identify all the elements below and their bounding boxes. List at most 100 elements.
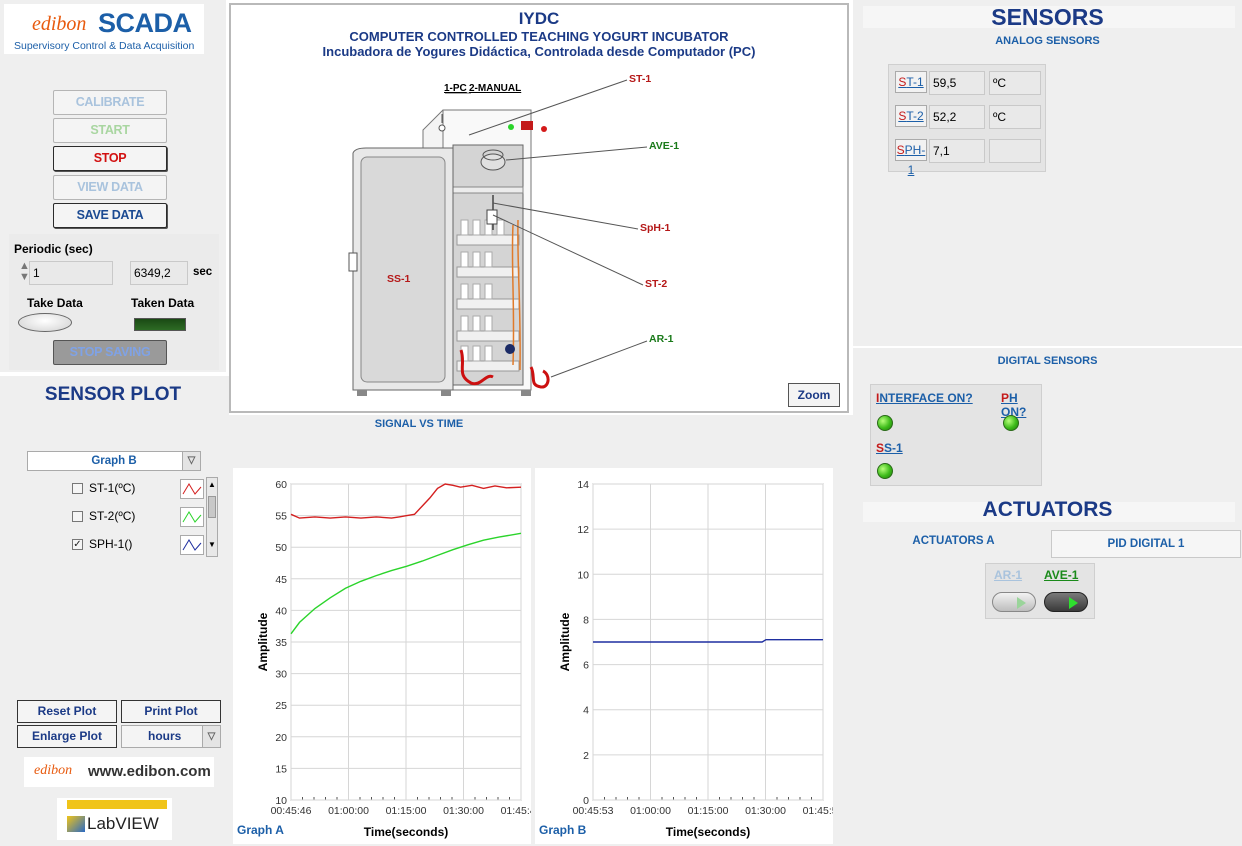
legend-item-st1[interactable]: ST-1(ºC) xyxy=(70,477,210,501)
reset-plot-button[interactable]: Reset Plot xyxy=(17,700,117,723)
ss1-led xyxy=(877,463,893,479)
website-url: www.edibon.com xyxy=(88,763,211,780)
ar1-toggle[interactable] xyxy=(992,592,1036,612)
label-ave1: AVE-1 xyxy=(649,140,680,152)
units-select[interactable]: hours ▽ xyxy=(121,725,221,748)
tab-actuators-a[interactable]: ACTUATORS A xyxy=(857,527,1050,557)
tab-pid-digital-1[interactable]: PID DIGITAL 1 xyxy=(1051,530,1241,558)
save-data-button[interactable]: SAVE DATA xyxy=(53,203,167,228)
graph-a-y-tick-label: 60 xyxy=(275,479,287,491)
graph-b-y-tick-label: 4 xyxy=(583,705,589,717)
switch-pc-label: 1-PC xyxy=(444,83,467,94)
sensors-title: SENSORS xyxy=(991,4,1104,30)
graph-a-y-tick-label: 20 xyxy=(275,732,287,744)
graph-select[interactable]: Graph B ▽ xyxy=(27,451,201,471)
graph-a-y-tick-label: 25 xyxy=(275,700,287,712)
graph-b-y-tick-label: 8 xyxy=(583,614,589,626)
analog-sensors-box: ST-1 59,5 ºC ST-2 52,2 ºC SPH-1 7,1 xyxy=(888,64,1046,177)
graph-b-x-tick-label: 01:30:00 xyxy=(745,805,786,817)
switch-manual-label: 2-MANUAL xyxy=(469,83,522,94)
legend-swatch-st2 xyxy=(180,507,204,527)
ss1-label: SS-1 xyxy=(876,441,903,455)
label-ar1: AR-1 xyxy=(649,333,674,345)
unit-st1: ºC xyxy=(989,71,1041,95)
print-plot-button[interactable]: Print Plot xyxy=(121,700,221,723)
graph-a-x-axis-label: Time(seconds) xyxy=(364,825,448,839)
units-chevron-down-icon[interactable]: ▽ xyxy=(202,726,220,747)
enlarge-plot-button[interactable]: Enlarge Plot xyxy=(17,725,117,748)
legend-checkbox-st2[interactable] xyxy=(72,511,83,522)
stop-button[interactable]: STOP xyxy=(53,146,167,171)
label-st2: ST-2 xyxy=(645,278,668,290)
unit-st2: ºC xyxy=(989,105,1041,129)
interface-on-rest: NTERFACE ON? xyxy=(879,391,973,405)
legend-checkbox-sph1[interactable]: ✓ xyxy=(72,539,83,550)
edibon-scada-logo: edibon SCADA Supervisory Control & Data … xyxy=(4,4,204,54)
ar1-play-icon xyxy=(1017,597,1026,609)
scroll-down-icon[interactable]: ▼ xyxy=(208,540,216,549)
plot-legend: ST-1(ºC) ST-2(ºC) ✓ SPH-1() ▲ ▼ xyxy=(70,477,220,561)
graph-b-x-tick-label: 01:00:00 xyxy=(630,805,671,817)
labview-logo: LabVIEW xyxy=(57,798,172,840)
tag-sph1-first: S xyxy=(896,143,905,157)
graph-a-y-tick-label: 35 xyxy=(275,637,287,649)
periodic-input[interactable]: 1 xyxy=(29,261,113,285)
logo-edibon: edibon xyxy=(32,13,87,35)
labview-banner xyxy=(67,800,167,809)
legend-item-sph1[interactable]: ✓ SPH-1() xyxy=(70,533,210,557)
incubator-illustration xyxy=(348,79,648,396)
legend-scrollbar[interactable]: ▲ ▼ xyxy=(206,477,218,557)
legend-item-st2[interactable]: ST-2(ºC) xyxy=(70,505,210,529)
taken-data-label: Taken Data xyxy=(131,296,195,310)
logo-scada: SCADA xyxy=(98,8,192,38)
ss1-first: S xyxy=(876,441,885,455)
take-data-toggle[interactable] xyxy=(18,313,72,332)
diagram-panel: IYDC COMPUTER CONTROLLED TEACHING YOGURT… xyxy=(229,3,849,413)
graph-b-y-axis-label: Amplitude xyxy=(558,612,572,671)
sensors-divider xyxy=(853,346,1242,348)
take-data-label: Take Data xyxy=(27,296,83,310)
ave1-play-icon xyxy=(1069,597,1078,609)
legend-checkbox-st1[interactable] xyxy=(72,483,83,494)
scroll-thumb[interactable] xyxy=(208,496,216,518)
graph-a-y-tick-label: 10 xyxy=(275,795,287,807)
digital-sensors-box: INTERFACE ON? PH ON? SS-1 xyxy=(870,384,1042,486)
unit-sph1 xyxy=(989,139,1041,163)
graph-b-y-tick-label: 10 xyxy=(577,569,589,581)
ave1-toggle[interactable] xyxy=(1044,592,1088,612)
view-data-button[interactable]: VIEW DATA xyxy=(53,175,167,200)
digital-sensors-title: DIGITAL SENSORS xyxy=(997,355,1098,367)
edibon-website[interactable]: edibon www.edibon.com xyxy=(24,757,214,787)
interface-on-label: INTERFACE ON? xyxy=(876,391,973,405)
scroll-up-icon[interactable]: ▲ xyxy=(208,480,216,489)
periodic-label: Periodic (sec) xyxy=(14,242,93,256)
graph-a-x-tick-label: 01:45:46 xyxy=(501,805,531,817)
graph-b-y-tick-label: 14 xyxy=(577,479,589,491)
labview-text: LabVIEW xyxy=(87,814,159,833)
stop-saving-button[interactable]: STOP SAVING xyxy=(53,340,167,365)
graph-b-y-tick-label: 6 xyxy=(583,660,589,672)
chevron-down-icon[interactable]: ▽ xyxy=(182,452,200,470)
tag-st1: ST-1 xyxy=(895,71,927,93)
graph-a-y-tick-label: 45 xyxy=(275,574,287,586)
legend-swatch-sph1 xyxy=(180,535,204,555)
interface-on-led xyxy=(877,415,893,431)
legend-swatch-st1 xyxy=(180,479,204,499)
value-st2: 52,2 xyxy=(929,105,985,129)
graph-a-y-axis-label: Amplitude xyxy=(256,612,270,671)
graph-a-label: Graph A xyxy=(237,823,284,837)
graph-b-y-tick-label: 12 xyxy=(577,524,589,536)
ave1-label: AVE-1 xyxy=(1044,568,1079,582)
zoom-button[interactable]: Zoom xyxy=(788,383,840,407)
website-logo: edibon xyxy=(34,763,73,778)
graph-a-y-tick-label: 40 xyxy=(275,605,287,617)
actuators-title: ACTUATORS xyxy=(982,498,1113,521)
tag-sph1-rest: PH-1 xyxy=(904,143,926,177)
calibrate-button[interactable]: CALIBRATE xyxy=(53,90,167,115)
start-button[interactable]: START xyxy=(53,118,167,143)
taken-data-indicator xyxy=(134,318,186,331)
graph-b-x-tick-label: 01:15:00 xyxy=(688,805,729,817)
legend-label-st2: ST-2(ºC) xyxy=(89,509,136,523)
legend-label-st1: ST-1(ºC) xyxy=(89,481,136,495)
labview-icon xyxy=(67,816,85,832)
